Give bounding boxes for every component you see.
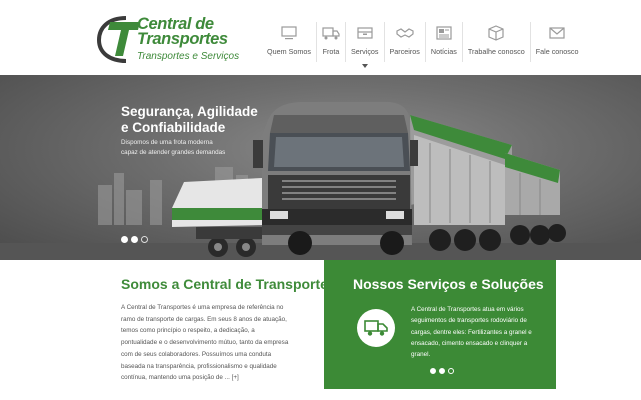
package-icon: [487, 25, 505, 41]
nav-label: Quem Somos: [267, 47, 311, 56]
read-more-link[interactable]: [+]: [232, 374, 239, 381]
services-slider-dots: [430, 368, 454, 374]
slider-dot-3[interactable]: [448, 368, 454, 374]
envelope-icon: [548, 25, 566, 41]
hero-title: Segurança, Agilidade e Confiabilidade: [121, 104, 258, 135]
hero-slider: Segurança, Agilidade e Confiabilidade Di…: [0, 75, 641, 260]
services-section: Nossos Serviços e Soluções A Central de …: [324, 260, 556, 389]
slider-dot-2[interactable]: [439, 368, 445, 374]
slider-dot-1[interactable]: [430, 368, 436, 374]
truck-icon: [357, 309, 395, 347]
nav-label: Parceiros: [389, 47, 420, 56]
handshake-icon: [396, 25, 414, 41]
monitor-icon: [280, 25, 298, 41]
slider-dot-2[interactable]: [131, 236, 138, 243]
about-text: A Central de Transportes é uma empresa d…: [121, 304, 289, 382]
about-section: Somos a Central de Transportes A Central…: [121, 276, 336, 384]
brand-subtitle: Transportes e Serviços: [137, 51, 240, 62]
nav-item-trabalhe-conosco[interactable]: Trabalhe conosco: [463, 22, 531, 62]
hero-text: Dispomos de uma frota moderna capaz de a…: [121, 139, 226, 156]
slider-dot-1[interactable]: [121, 236, 128, 243]
chevron-down-icon: [361, 64, 368, 68]
services-text: A Central de Transportes atua em vários …: [411, 306, 532, 359]
hero-slider-dots: [121, 236, 148, 243]
nav-item-quem-somos[interactable]: Quem Somos: [262, 22, 317, 62]
nav-label: Serviços: [350, 47, 379, 56]
about-title: Somos a Central de Transportes: [121, 276, 336, 292]
newspaper-icon: [435, 25, 453, 41]
brand-logo[interactable]: Central de Transportes Transportes e Ser…: [96, 14, 256, 68]
site-header: Central de Transportes Transportes e Ser…: [0, 0, 641, 75]
truck-icon: [322, 25, 340, 41]
main-nav: Quem Somos Frota Serviços Parceiros Notí…: [262, 22, 584, 68]
nav-label: Trabalhe conosco: [467, 47, 525, 56]
box-icon: [356, 25, 374, 41]
nav-label: Notícias: [430, 47, 457, 56]
nav-label: Frota: [322, 47, 340, 56]
hero-truck-image: [0, 102, 641, 260]
nav-item-noticias[interactable]: Notícias: [426, 22, 463, 62]
services-title: Nossos Serviços e Soluções: [353, 276, 544, 292]
nav-item-fale-conosco[interactable]: Fale conosco: [531, 22, 584, 62]
nav-item-frota[interactable]: Frota: [317, 22, 346, 62]
nav-label: Fale conosco: [535, 47, 579, 56]
slider-dot-3[interactable]: [141, 236, 148, 243]
brand-title: Central de Transportes: [137, 15, 228, 48]
nav-item-servicos[interactable]: Serviços: [346, 22, 385, 68]
nav-item-parceiros[interactable]: Parceiros: [385, 22, 426, 62]
